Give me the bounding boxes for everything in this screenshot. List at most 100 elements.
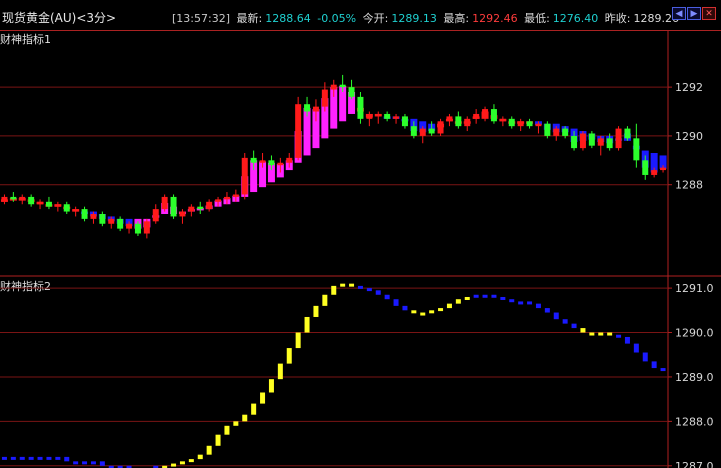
indicator-segment <box>322 294 328 306</box>
indicator-segment <box>295 332 301 349</box>
candle-body <box>259 160 266 163</box>
candle-body <box>28 196 35 205</box>
candle-body <box>1 196 8 202</box>
candle-body <box>54 204 61 207</box>
candle-body <box>161 196 168 210</box>
indicator-segment <box>429 310 435 314</box>
candle-body <box>10 196 17 200</box>
candle-body <box>606 138 613 149</box>
indicator-segment <box>562 319 568 324</box>
indicator-segment <box>197 454 203 460</box>
candle-body <box>562 128 569 136</box>
candle-body <box>321 89 328 107</box>
indicator-segment <box>553 312 559 320</box>
chart-canvas: 1288 1290 1292 1287.0 1288.0 1289.0 1290.0 1291… <box>0 31 721 468</box>
candle-body <box>295 104 302 158</box>
y-tick-label: 1290.0 <box>675 327 714 340</box>
candle-body <box>188 206 195 212</box>
candle-body <box>588 133 595 146</box>
candle-body <box>615 128 622 149</box>
indicator-segment <box>624 336 630 344</box>
indicator-segment <box>384 294 390 300</box>
candle-body <box>499 118 506 122</box>
indicator-segment <box>464 296 470 300</box>
indicator-segment <box>313 305 319 317</box>
indicator-segment <box>598 332 604 336</box>
candle-body <box>357 96 364 119</box>
candle-body <box>312 106 319 112</box>
indicator-segment <box>482 294 488 298</box>
indicator-segment <box>277 363 283 380</box>
indicator-segment <box>233 421 239 426</box>
candle-body <box>117 218 124 229</box>
candle-body <box>223 196 230 200</box>
indicator-segment <box>660 368 666 372</box>
candle-body <box>544 123 551 136</box>
indicator-segment <box>420 312 426 316</box>
indicator-segment <box>402 305 408 311</box>
candle-body <box>72 209 79 212</box>
y-tick-label: 1288 <box>675 179 703 192</box>
indicator-segment <box>535 303 541 309</box>
candle-body <box>553 128 560 136</box>
indicator-segment <box>179 461 185 465</box>
indicator-segment <box>19 456 25 460</box>
y-tick-label: 1292 <box>675 81 703 94</box>
indicator-segment <box>90 461 96 465</box>
indicator-segment <box>473 294 479 298</box>
candle-body <box>419 128 426 136</box>
indicator-segment <box>491 294 497 298</box>
candle-body <box>286 157 293 163</box>
indicator-segment <box>215 434 221 446</box>
candle-body <box>642 160 649 175</box>
candle-body <box>268 160 275 166</box>
candle-body <box>81 209 88 219</box>
indicator-segment <box>99 461 105 466</box>
indicator-segment <box>82 461 88 465</box>
candle-body <box>473 113 480 119</box>
indicator-segment <box>571 323 577 329</box>
indicator-segment <box>509 299 515 303</box>
candle-body <box>241 157 248 195</box>
candle-body <box>206 201 213 210</box>
candle-body <box>134 223 141 234</box>
indicator-segment <box>375 290 381 295</box>
indicator-segment <box>633 343 639 353</box>
candle-body <box>19 196 26 200</box>
indicator-segment <box>171 463 177 467</box>
indicator-segment <box>331 285 337 295</box>
candle-body <box>108 218 115 224</box>
candle-body <box>571 135 578 149</box>
indicator-segment <box>1 456 7 460</box>
candle-body <box>366 116 373 119</box>
candle-body <box>490 109 497 122</box>
candle-body <box>348 87 355 97</box>
candle-body <box>330 84 337 90</box>
candle-body <box>526 121 533 127</box>
indicator-segment <box>242 414 248 422</box>
candle-body <box>464 118 471 127</box>
indicator-segment <box>73 461 79 465</box>
indicator-segment <box>64 456 70 462</box>
y-tick-label: 1288.0 <box>675 415 714 428</box>
candle-body <box>37 201 44 205</box>
indicator-segment <box>268 379 274 393</box>
indicator-segment <box>411 310 417 314</box>
candle-body <box>633 138 640 161</box>
indicator-segment <box>455 299 461 304</box>
candle-body <box>428 128 435 134</box>
candle-body <box>651 170 658 175</box>
candle-body <box>99 214 106 224</box>
indicator-segment <box>607 332 613 336</box>
candle-body <box>197 206 204 210</box>
indicator-segment <box>651 361 657 369</box>
candle-body <box>517 121 524 127</box>
indicator-segment <box>37 456 43 460</box>
candle-body <box>126 223 133 229</box>
candle-body <box>250 157 257 163</box>
candle-body <box>446 116 453 122</box>
candle-body <box>63 204 70 212</box>
candle-body <box>90 214 97 219</box>
candle-body <box>393 116 400 119</box>
indicator-segment <box>438 308 444 312</box>
